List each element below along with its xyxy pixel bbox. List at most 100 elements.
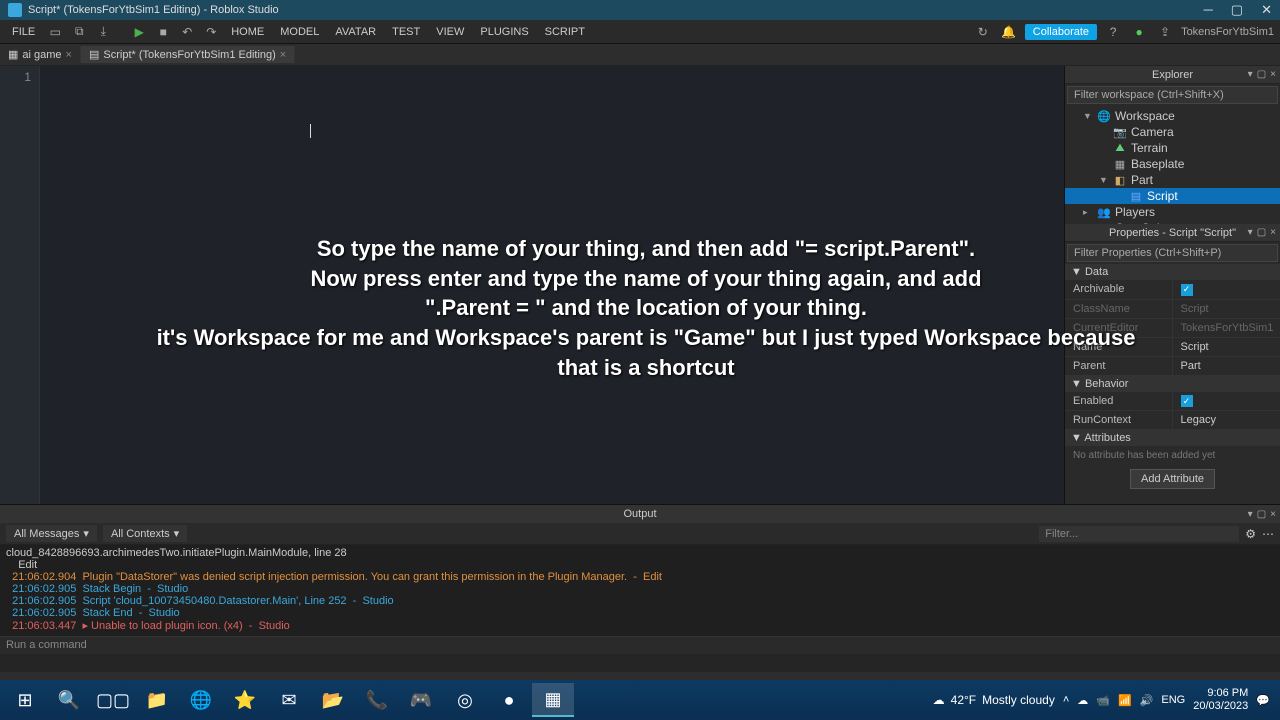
text-cursor [310,124,311,138]
command-input[interactable]: Run a command [0,636,1280,654]
share-icon[interactable]: ⇪ [1155,22,1175,42]
part-icon: ◧ [1113,173,1127,187]
mail-button[interactable]: ✉ [268,683,310,717]
menu-plugins[interactable]: PLUGINS [474,26,534,38]
more-icon[interactable]: ⋯ [1262,527,1274,541]
add-attribute-button[interactable]: Add Attribute [1130,469,1215,489]
save-icon[interactable]: ⤓ [93,22,113,42]
minimize-button[interactable]: ─ [1204,2,1213,18]
obs-button[interactable]: ● [488,683,530,717]
app-button[interactable]: ⭐ [224,683,266,717]
updates-icon[interactable]: ↻ [973,22,993,42]
maximize-button[interactable]: ▢ [1231,2,1243,18]
close-icon[interactable]: × [1270,227,1276,238]
camera-icon: 📷 [1113,125,1127,139]
search-button[interactable]: 🔍 [48,683,90,717]
enabled-checkbox[interactable]: ✓ [1181,395,1193,407]
explorer-filter[interactable]: Filter workspace (Ctrl+Shift+X) [1067,86,1278,104]
output-log[interactable]: cloud_8428896693.archimedesTwo.initiateP… [0,545,1280,636]
status-dot-icon[interactable]: ● [1129,22,1149,42]
menu-view[interactable]: VIEW [430,26,470,38]
weather-widget[interactable]: ☁ 42°F Mostly cloudy [933,693,1055,707]
menu-test[interactable]: TEST [386,26,426,38]
properties-header: Properties - Script "Script" ▾▢× [1065,224,1280,242]
close-button[interactable]: ✕ [1261,2,1272,18]
clock[interactable]: 9:06 PM 20/03/2023 [1193,687,1248,713]
undo-icon[interactable]: ↶ [177,22,197,42]
prop-cat-behavior[interactable]: ▼ Behavior [1065,376,1280,392]
tree-players[interactable]: ▸👥Players [1065,204,1280,220]
discord-button[interactable]: 🎮 [400,683,442,717]
roblox-studio-button[interactable]: ▦ [532,683,574,717]
close-icon[interactable]: × [1270,69,1276,80]
chevron-down-icon[interactable]: ▾ [1248,509,1253,520]
menu-home[interactable]: HOME [225,26,270,38]
place-icon: ▦ [8,48,18,61]
help-icon[interactable]: ? [1103,22,1123,42]
menu-script[interactable]: SCRIPT [539,26,591,38]
user-badge[interactable]: TokensForYtbSim1 [1181,26,1274,38]
play-icon[interactable]: ▶ [129,22,149,42]
chevron-down-icon[interactable]: ▾ [1248,69,1253,80]
line-number: 1 [8,70,31,84]
output-text-filter[interactable]: Filter... [1039,526,1239,542]
menu-avatar[interactable]: AVATAR [329,26,382,38]
collaborate-button[interactable]: Collaborate [1025,24,1097,40]
undock-icon[interactable]: ▢ [1257,509,1266,520]
close-icon[interactable]: × [1270,509,1276,520]
tree-workspace[interactable]: ▼🌐Workspace [1065,108,1280,124]
tree-terrain[interactable]: ⛰Terrain [1065,140,1280,156]
open-icon[interactable]: ⧉ [69,22,89,42]
tab-ai-game[interactable]: ▦ ai game × [0,46,81,63]
tree-camera[interactable]: 📷Camera [1065,124,1280,140]
output-header: Output ▾▢× [0,505,1280,523]
undock-icon[interactable]: ▢ [1257,69,1266,80]
prop-cat-attributes[interactable]: ▼ Attributes [1065,430,1280,446]
properties-filter[interactable]: Filter Properties (Ctrl+Shift+P) [1067,244,1278,262]
code-line-input[interactable] [50,70,1054,85]
folder-button[interactable]: 📂 [312,683,354,717]
close-icon[interactable]: × [66,49,72,61]
prop-runcontext-value[interactable]: Legacy [1173,411,1280,429]
meet-now-icon[interactable]: 📹 [1096,694,1110,707]
explorer-header: Explorer ▾▢× [1065,66,1280,84]
taskview-button[interactable]: ▢▢ [92,683,134,717]
notifications-icon[interactable]: 💬 [1256,694,1270,707]
tray-chevron-icon[interactable]: ˄ [1063,694,1069,706]
stop-icon[interactable]: ■ [153,22,173,42]
close-icon[interactable]: × [280,49,286,61]
tree-part[interactable]: ▼◧Part [1065,172,1280,188]
onedrive-icon[interactable]: ☁ [1077,694,1088,707]
menu-model[interactable]: MODEL [274,26,325,38]
code-editor[interactable]: 1 [0,66,1064,504]
prop-parent-value[interactable]: Part [1173,357,1280,375]
viber-button[interactable]: 📞 [356,683,398,717]
prop-name-value[interactable]: Script [1173,338,1280,356]
output-contexts-filter[interactable]: All Contexts ▾ [103,525,187,542]
ribbon-toolbar: FILE ▭ ⧉ ⤓ ▶ ■ ↶ ↷ HOME MODEL AVATAR TES… [0,20,1280,44]
players-icon: 👥 [1097,205,1111,219]
volume-icon[interactable]: 🔊 [1140,694,1154,707]
tree-script[interactable]: ▤Script [1065,188,1280,204]
undock-icon[interactable]: ▢ [1257,227,1266,238]
redo-icon[interactable]: ↷ [201,22,221,42]
chevron-down-icon: ▾ [174,527,180,540]
file-menu[interactable]: FILE [6,26,41,38]
language-indicator[interactable]: ENG [1161,694,1185,706]
output-messages-filter[interactable]: All Messages ▾ [6,525,97,542]
chevron-down-icon[interactable]: ▾ [1248,227,1253,238]
titlebar: Script* (TokensForYtbSim1 Editing) - Rob… [0,0,1280,20]
edge-button[interactable]: 🌐 [180,683,222,717]
file-explorer-button[interactable]: 📁 [136,683,178,717]
output-settings-icon[interactable]: ⚙ [1245,527,1256,541]
new-icon[interactable]: ▭ [45,22,65,42]
archivable-checkbox[interactable]: ✓ [1181,284,1193,296]
explorer-tree: ▼🌐Workspace 📷Camera ⛰Terrain ▦Baseplate … [1065,106,1280,224]
wifi-icon[interactable]: 📶 [1118,694,1132,707]
tree-baseplate[interactable]: ▦Baseplate [1065,156,1280,172]
tab-script[interactable]: ▤ Script* (TokensForYtbSim1 Editing) × [81,46,295,63]
start-button[interactable]: ⊞ [4,683,46,717]
notifications-icon[interactable]: 🔔 [999,22,1019,42]
prop-cat-data[interactable]: ▼ Data [1065,264,1280,280]
chrome-button[interactable]: ◎ [444,683,486,717]
